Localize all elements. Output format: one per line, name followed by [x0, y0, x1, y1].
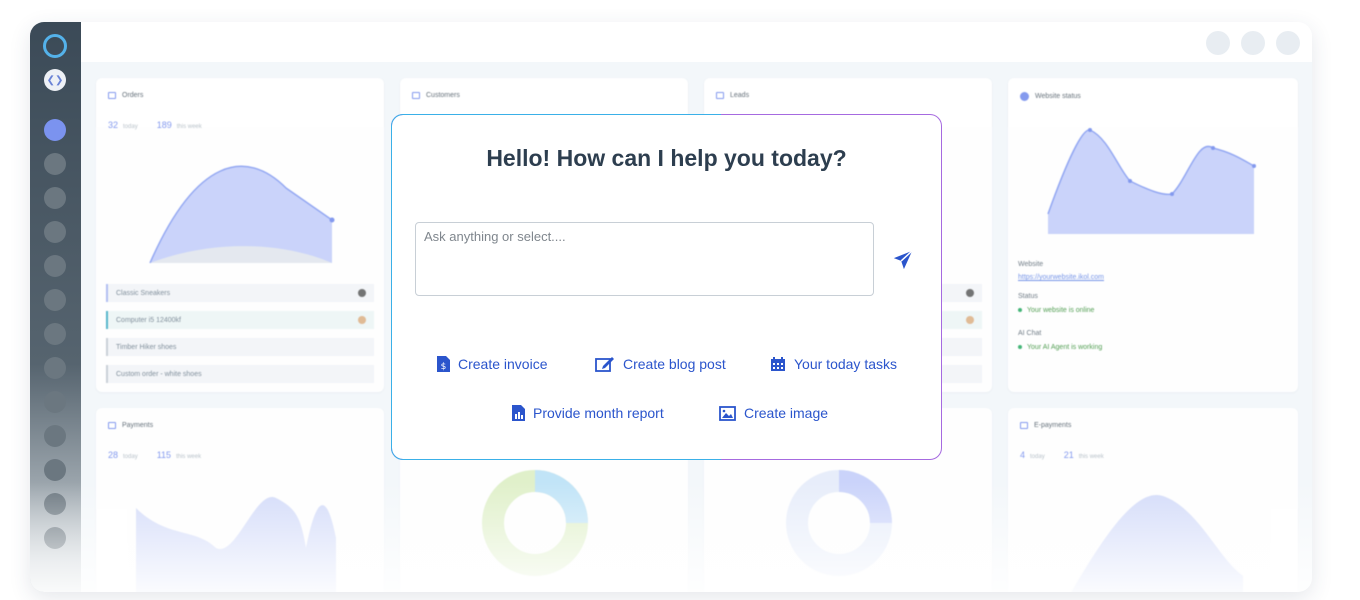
create-invoice-label: Create invoice [458, 356, 548, 372]
share-icon[interactable]: ❮❯ [44, 69, 66, 91]
sidebar-item[interactable] [44, 255, 66, 277]
card-title: Payments [122, 422, 154, 429]
report-icon [512, 405, 525, 421]
today-label: today [1030, 454, 1045, 460]
image-icon [719, 405, 736, 421]
list-item[interactable]: Classic Sneakers [106, 284, 374, 302]
create-blog-post-button[interactable]: Create blog post [595, 356, 726, 372]
edit-icon [595, 357, 614, 372]
topbar [81, 22, 1312, 62]
website-link[interactable]: https://yourwebsite.ikol.com [1018, 274, 1104, 281]
list-item[interactable]: Custom order - white shoes [106, 365, 374, 383]
card-title: Leads [730, 92, 750, 99]
orders-chart [149, 165, 335, 264]
sidebar-item[interactable] [44, 221, 66, 243]
calendar-icon [108, 422, 116, 429]
sidebar-item[interactable] [44, 425, 66, 447]
card-title: Website status [1035, 93, 1081, 100]
month-report-label: Provide month report [533, 405, 664, 421]
send-icon[interactable] [892, 249, 914, 271]
week-label: this week [176, 124, 202, 130]
today-value: 4 [1020, 450, 1026, 460]
avatar[interactable] [1276, 31, 1300, 55]
sidebar-item[interactable] [44, 289, 66, 311]
sidebar-item[interactable] [44, 153, 66, 175]
week-value: 189 [156, 120, 172, 130]
today-value: 28 [108, 450, 119, 460]
website-chart [1047, 128, 1256, 234]
today-label: today [123, 124, 138, 130]
today-tasks-button[interactable]: Your today tasks [770, 356, 897, 372]
list-item[interactable]: Timber Hiker shoes [106, 338, 374, 356]
orders-card: Orders 32 today 189 this week Classic Sn… [96, 78, 384, 392]
bottom-fade [30, 482, 1312, 592]
assistant-modal: Hello! How can I help you today? $ Creat… [391, 114, 942, 460]
top-action-icon[interactable] [1241, 31, 1265, 55]
sidebar-item[interactable] [44, 323, 66, 345]
month-report-button[interactable]: Provide month report [512, 405, 664, 421]
sidebar-item[interactable] [44, 357, 66, 379]
card-title: Orders [122, 92, 144, 99]
globe-icon [1020, 92, 1029, 101]
svg-text:$: $ [441, 362, 447, 372]
create-image-label: Create image [744, 405, 829, 421]
sidebar-item[interactable] [44, 391, 66, 413]
sidebar-item[interactable] [44, 187, 66, 209]
sidebar-item-active[interactable] [44, 119, 66, 141]
list-item[interactable]: Computer i5 12400kf [106, 311, 374, 329]
logo-icon [43, 34, 67, 58]
invoice-icon: $ [437, 356, 450, 372]
prompt-input[interactable] [415, 222, 874, 296]
ai-chat-label: AI Chat [1018, 330, 1042, 337]
create-blog-post-label: Create blog post [623, 356, 726, 372]
status-label: Status [1018, 293, 1038, 300]
today-label: today [123, 454, 138, 460]
create-image-button[interactable]: Create image [719, 405, 828, 421]
top-action-icon[interactable] [1206, 31, 1230, 55]
website-status-card: Website status Website https://yourwebsi… [1008, 78, 1298, 392]
modal-title: Hello! How can I help you today? [486, 145, 847, 171]
sidebar-item[interactable] [44, 459, 66, 481]
ai-chat-status: Your AI Agent is working [1018, 344, 1102, 351]
today-tasks-label: Your today tasks [794, 356, 897, 372]
calendar-icon [108, 92, 116, 99]
week-value: 21 [1063, 450, 1074, 460]
week-label: this week [1078, 454, 1104, 460]
website-label: Website [1018, 261, 1044, 268]
today-value: 32 [108, 120, 119, 130]
week-label: this week [176, 454, 202, 460]
status-text: Your website is online [1018, 307, 1094, 314]
calendar-icon [771, 357, 785, 371]
card-title: Customers [426, 92, 460, 99]
week-value: 115 [156, 450, 172, 460]
card-title: E-payments [1034, 422, 1072, 429]
calendar-icon [412, 92, 420, 99]
calendar-icon [716, 92, 724, 99]
create-invoice-button[interactable]: $ Create invoice [437, 356, 548, 372]
calendar-icon [1020, 422, 1028, 429]
